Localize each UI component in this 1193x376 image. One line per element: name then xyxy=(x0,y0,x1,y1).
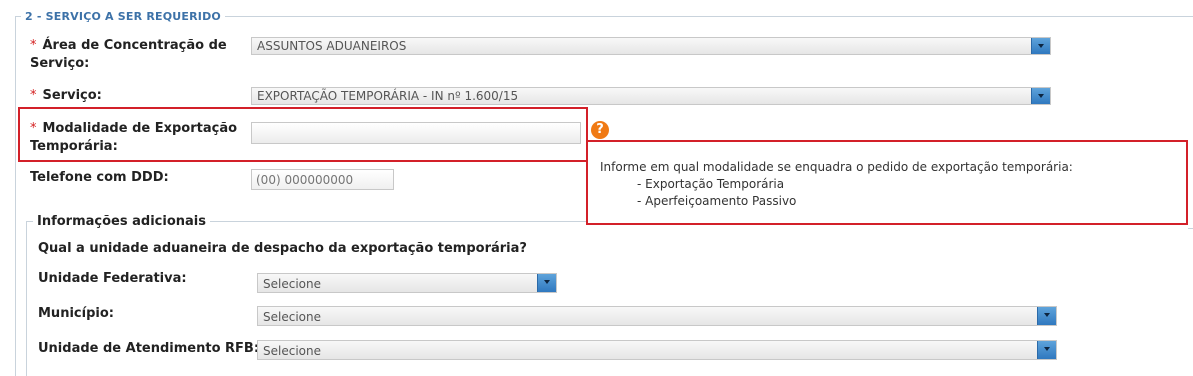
area-label-line1: Área de Concentração de xyxy=(42,38,227,53)
required-marker: * xyxy=(30,38,37,53)
servico-select[interactable]: EXPORTAÇÃO TEMPORÁRIA - IN nº 1.600/15 xyxy=(251,87,1051,105)
chevron-down-icon[interactable] xyxy=(1037,341,1056,359)
area-label-line2: Serviço: xyxy=(30,56,90,71)
help-icon[interactable]: ? xyxy=(591,121,609,139)
chevron-down-icon[interactable] xyxy=(1031,88,1050,104)
help-tooltip-intro: Informe em qual modalidade se enquadra o… xyxy=(600,160,1073,174)
unidade-label: Unidade de Atendimento RFB: xyxy=(38,341,260,356)
additional-border-top-right xyxy=(1188,228,1193,229)
municipio-select-value: Selecione xyxy=(263,310,321,324)
servico-label: * Serviço: xyxy=(30,87,102,105)
chevron-down-icon[interactable] xyxy=(1031,38,1050,54)
unidade-select[interactable]: Selecione xyxy=(257,340,1057,360)
uf-label: Unidade Federativa: xyxy=(38,271,187,286)
area-label: * Área de Concentração de Serviço: xyxy=(30,37,227,73)
additional-border-left xyxy=(26,221,27,376)
unidade-select-value: Selecione xyxy=(263,344,321,358)
servico-label-text: Serviço: xyxy=(42,88,102,103)
area-select-value: ASSUNTOS ADUANEIROS xyxy=(257,39,407,53)
municipio-select[interactable]: Selecione xyxy=(257,306,1057,326)
modalidade-highlight-box xyxy=(18,107,588,162)
required-marker: * xyxy=(30,88,37,103)
municipio-label: Município: xyxy=(38,306,114,321)
help-tooltip-item-2: - Aperfeiçoamento Passivo xyxy=(637,194,797,208)
additional-question: Qual a unidade aduaneira de despacho da … xyxy=(38,241,527,256)
chevron-down-icon[interactable] xyxy=(1037,307,1056,325)
help-tooltip-item-1: - Exportação Temporária xyxy=(637,177,785,191)
telefone-input[interactable] xyxy=(251,169,394,190)
area-select[interactable]: ASSUNTOS ADUANEIROS xyxy=(251,37,1051,55)
section-border-left xyxy=(15,16,16,376)
uf-select[interactable]: Selecione xyxy=(257,273,557,293)
uf-select-value: Selecione xyxy=(263,277,321,291)
section-title: 2 - SERVIÇO A SER REQUERIDO xyxy=(21,10,225,23)
additional-title: Informações adicionais xyxy=(33,213,210,231)
telefone-label: Telefone com DDD: xyxy=(30,170,169,185)
servico-select-value: EXPORTAÇÃO TEMPORÁRIA - IN nº 1.600/15 xyxy=(257,89,519,103)
chevron-down-icon[interactable] xyxy=(537,274,556,292)
